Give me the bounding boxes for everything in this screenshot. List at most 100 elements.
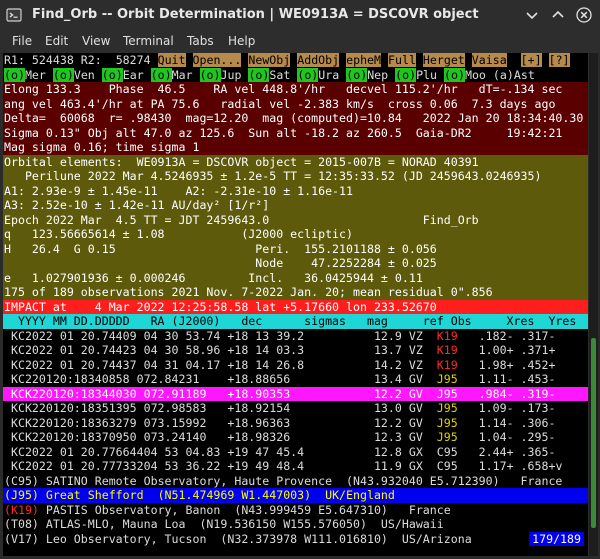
toolbar-row: R1: 524438 R2: 58274 Quit Open... NewObj… [3, 53, 588, 68]
new-object-button[interactable]: NewObj [248, 53, 291, 67]
table-row[interactable]: KCK220120:18370950 073.24140 +18.98326 1… [3, 430, 588, 445]
scrollbar-thumb[interactable] [591, 338, 596, 528]
toggle-moon[interactable]: (o) [444, 67, 465, 82]
elements-line: A3: 2.52e-10 ± 1.42e-11 AU/day² [1/r²] [3, 198, 588, 213]
full-step-button[interactable]: Full [388, 53, 416, 67]
obs-code: J95 [436, 386, 458, 401]
obs-code: J95 [436, 401, 458, 415]
obs-info-line: Sigma 0.13" Obj alt 47.0 az 125.6 Sun al… [3, 125, 588, 140]
table-row[interactable]: KC2022 01 20.77733204 53 36.22 +19 49 48… [3, 459, 588, 474]
menu-bar: File Edit View Terminal Tabs Help [0, 31, 600, 53]
obs-info-line: Elong 133.3 Phase 46.5 RA vel 448.8'/hr … [3, 82, 588, 97]
observation-counter: 179/189 [529, 531, 584, 546]
toggle-pluto[interactable]: (o) [395, 67, 417, 82]
herget-button[interactable]: Herget [422, 53, 465, 67]
elements-line: Node 47.2252284 ± 0.025 [3, 256, 588, 271]
perturbers-row: (o)Mer (o)Ven (o)Ear (o)Mar (o)Jup (o)Sa… [3, 67, 588, 83]
station-item[interactable]: (C95) SATINO Remote Observatory, Haute P… [3, 474, 588, 489]
toggle-mars[interactable]: (o) [150, 67, 172, 82]
obs-code: K19 [436, 328, 458, 343]
toggle-saturn[interactable]: (o) [248, 67, 270, 82]
station-code: (K19) [4, 502, 39, 517]
obs-code: C95 [436, 444, 458, 459]
impact-line: IMPACT at 4 Mar 2022 12:25:58.58 lat +5.… [3, 299, 588, 314]
quit-button[interactable]: Quit [157, 53, 186, 67]
table-row-selected[interactable]: KCK220120:18344030 072.91189 +18.90353 1… [3, 386, 588, 401]
elements-line: Epoch 2022 Mar 4.5 TT = JDT 2459643.0 Fi… [3, 212, 588, 227]
menu-terminal[interactable]: Terminal [123, 34, 174, 48]
menu-tabs[interactable]: Tabs [187, 34, 214, 48]
obs-code: K19 [436, 343, 458, 357]
elements-line: e 1.027901936 ± 0.000246 Incl. 36.042594… [3, 270, 588, 285]
station-code: (J95) [4, 488, 39, 502]
zoom-in-button[interactable]: [+] [520, 53, 542, 67]
r2-value: R2: 58274 [80, 53, 151, 67]
obs-code: K19 [436, 357, 458, 372]
menu-file[interactable]: File [12, 34, 32, 48]
table-row[interactable]: KC2022 01 20.77664404 53 04.83 +19 47 45… [3, 445, 588, 460]
station-code: (T08) [4, 517, 39, 531]
title-bar[interactable]: Find_Orb -- Orbit Determination | WE0913… [0, 0, 600, 31]
obs-code: C95 [436, 459, 458, 473]
label-neptune: Nep [367, 67, 389, 82]
close-icon[interactable] [576, 7, 592, 23]
toggle-uranus[interactable]: (o) [297, 67, 319, 82]
label-venus: Ven [73, 67, 95, 82]
obs-code: J95 [436, 372, 458, 386]
elements-line: 175 of 189 observations 2021 Nov. 7-2022… [3, 285, 588, 300]
toggle-mercury[interactable]: (o) [4, 67, 25, 82]
elements-line: Perilune 2022 Mar 4.5246935 ± 1.2e-5 TT … [3, 169, 588, 184]
elements-line: q 123.56665614 ± 1.08 (J2000 ecliptic) [3, 227, 588, 242]
elements-line: Orbital elements: WE0913A = DSCOVR objec… [3, 154, 588, 169]
table-row[interactable]: KC220120:18340858 072.84231 +18.88656 13… [3, 372, 588, 387]
elements-line: H 26.4 G 0.15 Peri. 155.2101188 ± 0.056 [3, 241, 588, 256]
station-code: (C95) [4, 473, 39, 488]
label-asteroids: Ast [513, 67, 535, 82]
table-row[interactable]: KCK220120:18351395 072.98583 +18.92154 1… [3, 401, 588, 416]
station-item[interactable]: (T08) ATLAS-MLO, Mauna Loa (N19.536150 W… [3, 517, 588, 532]
obs-info-line: ang vel 463.4'/hr at PA 75.6 radial vel … [3, 96, 588, 111]
terminal-scrollbar[interactable] [589, 53, 598, 556]
terminal-area[interactable]: R1: 524438 R2: 58274 Quit Open... NewObj… [3, 53, 588, 556]
label-uranus: Ura [318, 67, 340, 82]
open-button[interactable]: Open... [192, 53, 242, 67]
toggle-venus[interactable]: (o) [52, 67, 74, 82]
obs-info-line: Delta= 60068 r= .98430 mag=12.20 mag (co… [3, 111, 588, 126]
label-moon: Moo [464, 67, 486, 82]
station-item[interactable]: (V17) Leo Observatory, Tucson (N32.37397… [3, 531, 588, 546]
menu-edit[interactable]: Edit [45, 34, 68, 48]
window-title: Find_Orb -- Orbit Determination | WE0913… [32, 7, 480, 22]
station-item-selected[interactable]: (J95) Great Shefford (N51.474969 W1.4470… [3, 488, 588, 503]
maximize-icon[interactable] [550, 7, 566, 23]
toggle-earth[interactable]: (o) [101, 67, 123, 82]
menu-help[interactable]: Help [228, 34, 255, 48]
add-object-button[interactable]: AddObj [297, 53, 340, 67]
table-row[interactable]: KC2022 01 20.74409 04 30 53.74 +18 13 39… [3, 329, 588, 344]
label-mars: Mar [171, 67, 193, 82]
label-pluto: Plu [416, 67, 438, 82]
table-row[interactable]: KCK220120:18363279 073.15992 +18.96363 1… [3, 416, 588, 431]
station-code: (V17) [4, 531, 39, 546]
obs-info-line: Mag sigma 0.16; time sigma 1 [3, 140, 588, 155]
station-item[interactable]: (K19) PASTIS Observatory, Banon (N43.999… [3, 503, 588, 518]
label-saturn: Sat [269, 67, 291, 82]
toggle-neptune[interactable]: (o) [346, 67, 368, 82]
menu-view[interactable]: View [82, 34, 110, 48]
table-row[interactable]: KC2022 01 20.74437 04 31 04.17 +18 14 26… [3, 358, 588, 373]
table-row[interactable]: KC2022 01 20.74423 04 30 58.96 +18 14 03… [3, 343, 588, 358]
terminal-icon [6, 8, 22, 22]
r1-value: R1: 524438 [4, 53, 74, 67]
obs-code: J95 [436, 430, 458, 444]
ephemeris-button[interactable]: epheM [346, 53, 382, 67]
toggle-asteroids[interactable]: (a) [493, 68, 514, 82]
obs-code: J95 [436, 415, 458, 430]
minimize-icon[interactable] [524, 7, 540, 23]
elements-line: A1: 2.93e-9 ± 1.45e-11 A2: -2.31e-10 ± 1… [3, 183, 588, 198]
help-button[interactable]: [?] [548, 53, 570, 67]
label-jupiter: Jup [220, 67, 242, 82]
table-header[interactable]: YYYY MM DD.DDDDD RA (J2000) dec sigmas m… [3, 314, 588, 329]
label-earth: Ear [122, 67, 144, 82]
toggle-jupiter[interactable]: (o) [199, 67, 221, 82]
label-mercury: Mer [24, 67, 46, 82]
vaisala-button[interactable]: Vaisa [471, 53, 507, 67]
